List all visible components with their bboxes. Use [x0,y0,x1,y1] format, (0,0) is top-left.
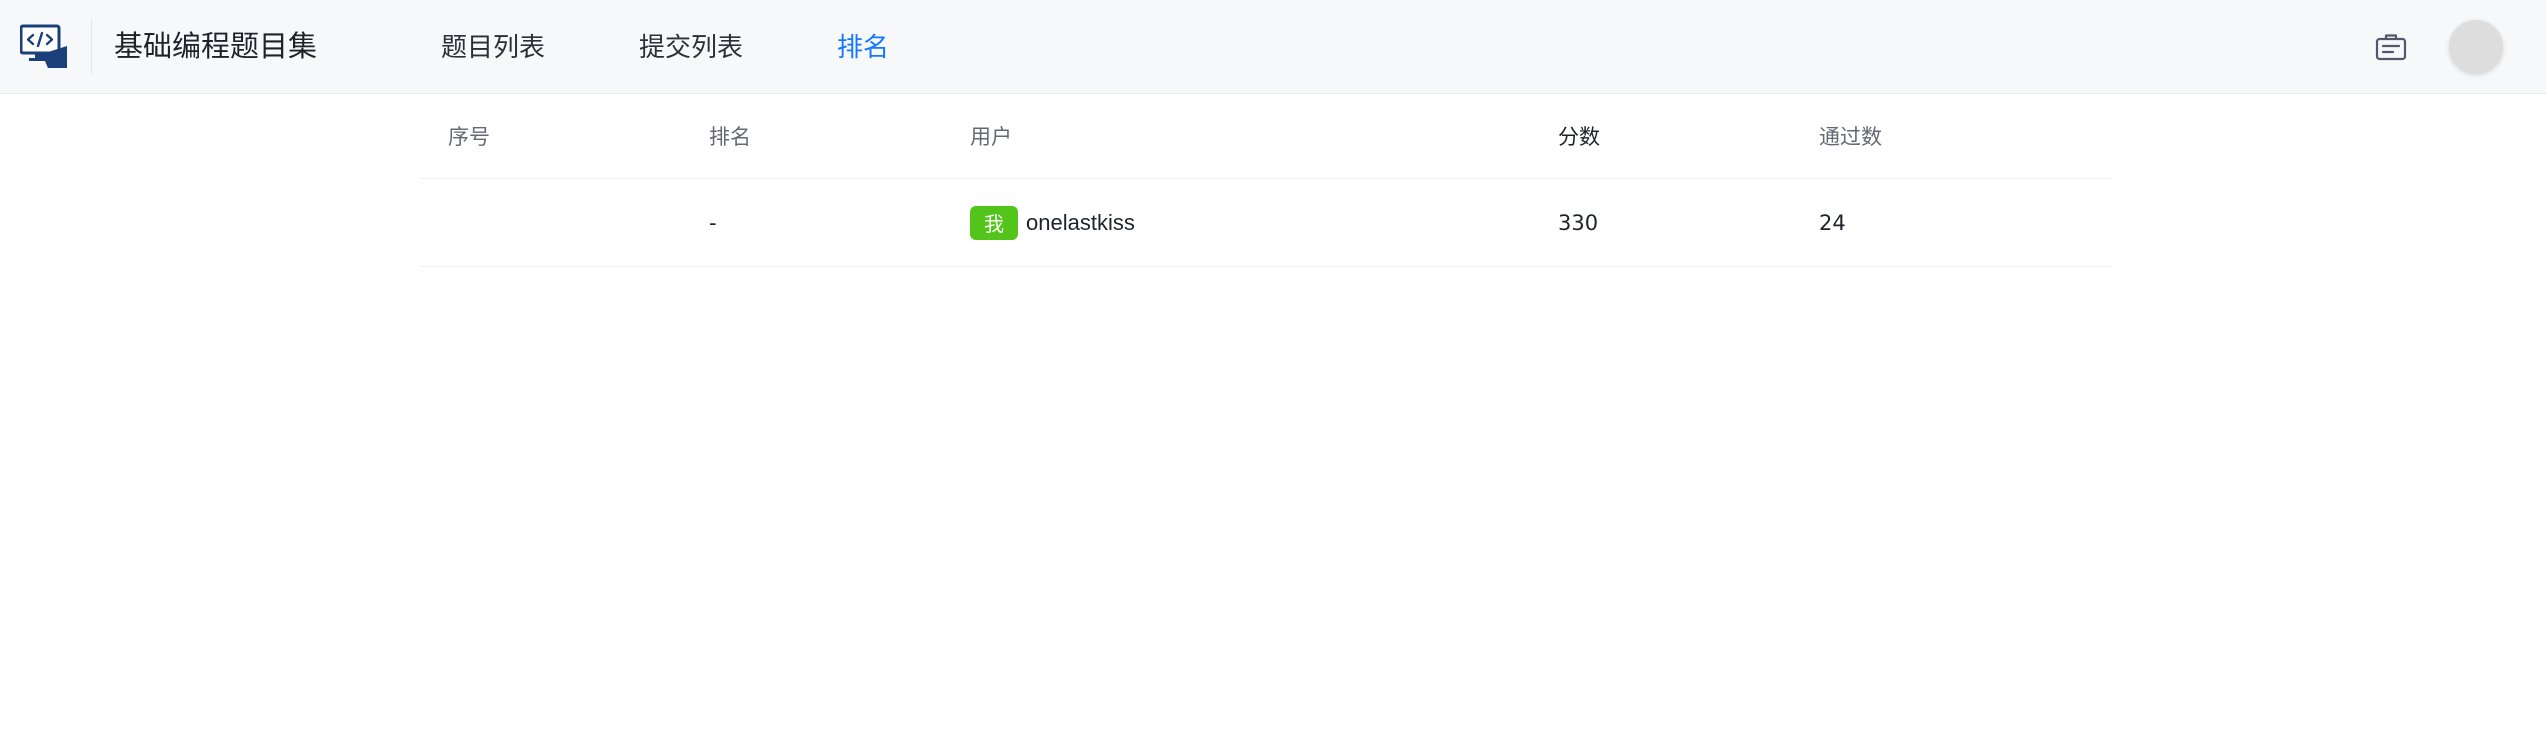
row-passed-count: 24 [1819,210,1846,235]
tab-ranking[interactable]: 排名 [837,28,889,68]
me-badge: 我 [970,205,1018,240]
table-row: - 我 onelastkiss 330 24 [420,179,2112,267]
tab-submission-list[interactable]: 提交列表 [639,28,743,68]
table-header-row: 序号 排名 用户 分数 通过数 [420,94,2112,179]
row-user: 我 onelastkiss [970,179,1135,266]
column-header-rank: 排名 [709,125,751,149]
column-header-index: 序号 [448,125,490,149]
tab-problem-list[interactable]: 题目列表 [441,28,545,68]
logo-divider [91,18,92,74]
row-rank: - [709,210,717,235]
avatar[interactable] [2449,20,2503,74]
id-card-icon[interactable] [2374,32,2408,62]
code-monitor-icon[interactable] [19,24,70,70]
ranking-table: 序号 排名 用户 分数 通过数 - 我 onelastkiss 330 24 [420,94,2112,267]
column-header-score[interactable]: 分数 [1558,94,1600,178]
top-navbar: 基础编程题目集 题目列表 提交列表 排名 [0,0,2546,94]
username: onelastkiss [1026,209,1135,235]
app-title[interactable]: 基础编程题目集 [114,26,317,66]
row-score: 330 [1558,210,1599,235]
column-header-passed: 通过数 [1819,125,1882,149]
column-header-user: 用户 [970,125,1012,149]
